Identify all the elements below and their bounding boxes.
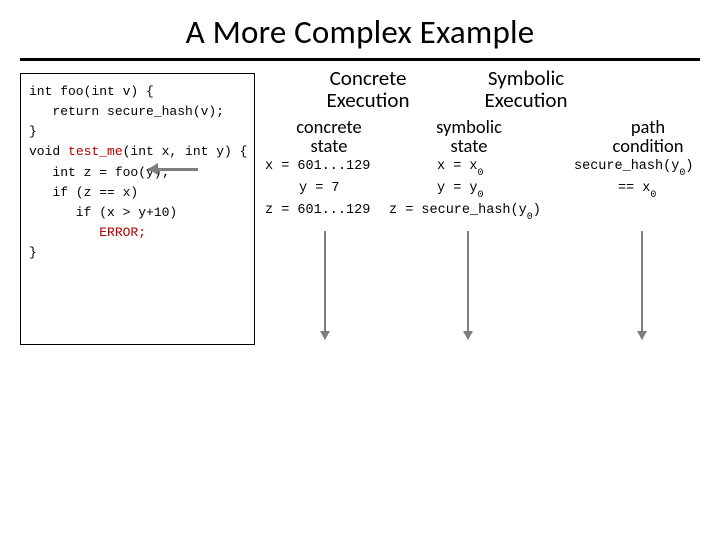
code-line: int foo(int v) { <box>29 82 246 102</box>
text: == x <box>618 181 650 196</box>
code-text: void <box>29 144 68 159</box>
code-line: ERROR; <box>29 223 246 243</box>
path-condition-value: == x0 <box>618 181 656 199</box>
path-condition-value: secure_hash(y0) <box>574 159 693 177</box>
concrete-value: z = 601...129 <box>265 203 370 218</box>
code-error: ERROR; <box>99 225 146 240</box>
text: x = x <box>437 159 478 174</box>
text: ) <box>533 203 541 218</box>
code-text <box>29 225 99 240</box>
current-line-arrow-icon <box>148 163 208 175</box>
subheader-symbolic-state: symbolic state <box>419 117 519 156</box>
subscript: 0 <box>478 190 484 201</box>
down-arrow-icon <box>641 231 643 339</box>
text: secure_hash(y <box>574 159 679 174</box>
code-line: } <box>29 243 246 263</box>
concrete-value: y = 7 <box>299 181 340 196</box>
title-rule <box>20 58 700 61</box>
code-line: if (z == x) <box>29 183 246 203</box>
header-concrete-execution: Concrete Execution <box>303 67 433 111</box>
subheader-path-condition: path condition <box>593 117 703 156</box>
code-line: } <box>29 122 246 142</box>
down-arrow-icon <box>324 231 326 339</box>
code-line: int z = foo(y); <box>29 163 246 183</box>
code-text: (int x, int y) { <box>123 144 248 159</box>
code-line: if (x > y+10) <box>29 203 246 223</box>
subscript: 0 <box>527 212 533 223</box>
symbolic-value: x = x0 <box>437 159 484 177</box>
symbolic-value: z = secure_hash(y0) <box>389 203 541 221</box>
slide-title: A More Complex Example <box>20 12 700 52</box>
code-block: int foo(int v) { return secure_hash(v); … <box>20 73 255 345</box>
text: y = y <box>437 181 478 196</box>
subheader-concrete-state: concrete state <box>279 117 379 156</box>
text: z = secure_hash(y <box>389 203 527 218</box>
text: ) <box>685 159 693 174</box>
header-symbolic-execution: Symbolic Execution <box>461 67 591 111</box>
symbolic-value: y = y0 <box>437 181 484 199</box>
execution-table: x = 601...129 x = x0 secure_hash(y0) y =… <box>261 159 700 225</box>
subscript: 0 <box>650 190 656 201</box>
subscript: 0 <box>478 168 484 179</box>
code-fn-name: test_me <box>68 144 123 159</box>
code-line: return secure_hash(v); <box>29 102 246 122</box>
concrete-value: x = 601...129 <box>265 159 370 174</box>
code-line: void test_me(int x, int y) { <box>29 142 246 162</box>
subscript: 0 <box>679 168 685 179</box>
down-arrow-icon <box>467 231 469 339</box>
